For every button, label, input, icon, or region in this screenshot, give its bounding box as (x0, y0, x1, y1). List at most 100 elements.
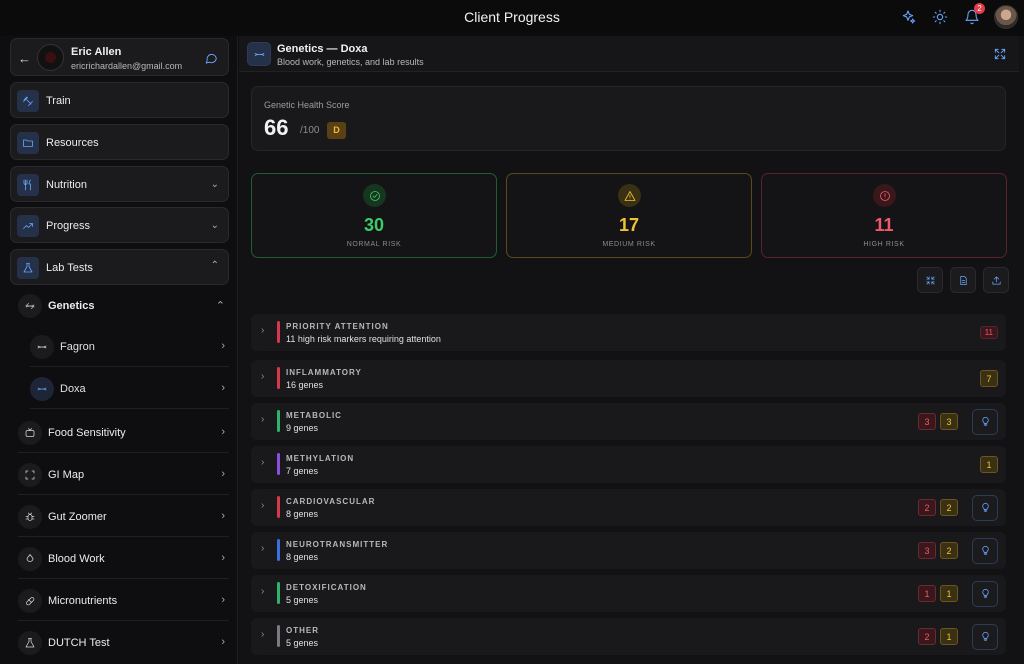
category-row[interactable]: › METABOLIC 9 genes 3 3 (251, 403, 1006, 440)
normal-risk-card[interactable]: 30 NORMAL RISK (251, 173, 497, 258)
sidebar-item-doxa[interactable]: Doxa › (30, 369, 229, 409)
high-risk-badge: 3 (918, 542, 936, 559)
fullscreen-icon[interactable] (993, 47, 1007, 66)
sidebar-item-micronutrients[interactable]: Micronutrients › (18, 584, 229, 621)
medium-risk-badge: 2 (940, 542, 958, 559)
high-risk-badge: 1 (918, 585, 936, 602)
warning-icon (618, 184, 641, 207)
chevron-up-icon: ⌃ (210, 260, 219, 271)
sidebar-item-genetics[interactable]: Genetics ⌃ (18, 289, 229, 323)
category-color-bar (277, 410, 280, 432)
sparkles-icon[interactable] (898, 7, 918, 27)
medium-risk-badge: 1 (980, 456, 998, 473)
report-button[interactable] (950, 267, 976, 293)
category-row[interactable]: › OTHER 5 genes 2 1 (251, 618, 1006, 655)
toolbar (917, 267, 1009, 293)
high-risk-badge: 3 (918, 413, 936, 430)
sidebar-item-label: Blood Work (48, 553, 105, 565)
flask-icon (17, 257, 39, 279)
category-name: METHYLATION (286, 454, 355, 463)
category-row[interactable]: › CARDIOVASCULAR 8 genes 2 2 (251, 489, 1006, 526)
page-title: Genetics — Doxa (277, 43, 368, 55)
category-row[interactable]: › INFLAMMATORY 16 genes 7 (251, 360, 1006, 397)
bug-icon (18, 505, 42, 529)
chevron-right-icon: › (261, 586, 265, 597)
category-description: 5 genes (286, 595, 319, 605)
category-name: INFLAMMATORY (286, 368, 362, 377)
sidebar-item-resources[interactable]: Resources (10, 124, 229, 160)
lightbulb-icon (981, 589, 989, 598)
sun-icon[interactable] (930, 7, 950, 27)
flask-icon (18, 631, 42, 655)
category-color-bar (277, 625, 280, 647)
category-name: PRIORITY ATTENTION (286, 322, 389, 331)
sidebar-item-nutrition[interactable]: Nutrition ⌄ (10, 166, 229, 202)
category-name: OTHER (286, 626, 319, 635)
sidebar-item-label: Train (46, 95, 71, 107)
notification-badge: 2 (974, 3, 985, 14)
sidebar-item-label: Gut Zoomer (48, 511, 107, 523)
dna-icon (18, 294, 42, 318)
chevron-right-icon: › (261, 414, 265, 425)
chat-icon[interactable] (204, 51, 218, 70)
sidebar-item-gut-zoomer[interactable]: Gut Zoomer › (18, 500, 229, 537)
sidebar-item-label: Fagron (60, 341, 95, 353)
insight-button[interactable] (972, 494, 998, 521)
category-name: CARDIOVASCULAR (286, 497, 376, 506)
check-circle-icon (363, 184, 386, 207)
tv-icon (18, 421, 42, 445)
high-risk-badge: 11 (979, 326, 998, 339)
upload-icon (991, 275, 1001, 285)
category-color-bar (277, 453, 280, 475)
sidebar-item-label: Resources (46, 137, 99, 149)
high-risk-count: 11 (874, 215, 894, 235)
chevron-right-icon: › (261, 543, 265, 554)
category-row[interactable]: › NEUROTRANSMITTER 8 genes 3 2 (251, 532, 1006, 569)
folder-icon (17, 132, 39, 154)
insight-button[interactable] (972, 623, 998, 650)
sidebar-item-dutch-test[interactable]: DUTCH Test › (18, 626, 229, 663)
category-row[interactable]: › DETOXIFICATION 5 genes 1 1 (251, 575, 1006, 612)
bell-icon[interactable]: 2 (962, 3, 985, 27)
upload-button[interactable] (983, 267, 1009, 293)
profile-avatar[interactable] (994, 5, 1018, 29)
category-color-bar (277, 496, 280, 518)
collapse-all-button[interactable] (917, 267, 943, 293)
sidebar-item-blood-work[interactable]: Blood Work › (18, 542, 229, 579)
droplet-icon (18, 547, 42, 571)
score-label: Genetic Health Score (264, 100, 350, 110)
sidebar-item-label: Nutrition (46, 179, 87, 191)
panel-header: Genetics — Doxa Blood work, genetics, an… (239, 36, 1019, 72)
medium-risk-card[interactable]: 17 MEDIUM RISK (506, 173, 752, 258)
sidebar-item-lab-tests[interactable]: Lab Tests ⌃ (10, 249, 229, 285)
high-risk-badge: 2 (918, 628, 936, 645)
category-row[interactable]: › METHYLATION 7 genes 1 (251, 446, 1006, 483)
sidebar-item-train[interactable]: Train (10, 82, 229, 118)
chevron-right-icon: › (261, 500, 265, 511)
document-icon (959, 275, 967, 285)
chevron-right-icon: › (221, 426, 225, 438)
back-arrow-icon[interactable]: ← (18, 51, 31, 66)
chevron-right-icon: › (261, 629, 265, 640)
sidebar-item-progress[interactable]: Progress ⌄ (10, 207, 229, 243)
insight-button[interactable] (972, 580, 998, 607)
dna-icon (247, 42, 271, 66)
insight-button[interactable] (972, 408, 998, 435)
chevron-right-icon: › (221, 468, 225, 480)
client-card: ← Eric Allen ericrichardallen@gmail.com (10, 38, 229, 76)
sidebar-item-fagron[interactable]: Fagron › (30, 327, 229, 367)
lightbulb-icon (981, 417, 989, 426)
chevron-right-icon: › (221, 382, 225, 394)
sidebar-item-food-sensitivity[interactable]: Food Sensitivity › (18, 416, 229, 453)
sidebar-item-gi-map[interactable]: GI Map › (18, 458, 229, 495)
category-row[interactable]: › PRIORITY ATTENTION 11 high risk markers … (251, 314, 1006, 351)
page-subtitle: Blood work, genetics, and lab results (277, 57, 424, 67)
alert-circle-icon (873, 184, 896, 207)
high-risk-card[interactable]: 11 HIGH RISK (761, 173, 1007, 258)
top-bar: Client Progress 2 (0, 0, 1024, 36)
score-value: 66 (264, 115, 289, 140)
scan-icon (18, 463, 42, 487)
chevron-right-icon: › (221, 636, 225, 648)
sidebar: ← Eric Allen ericrichardallen@gmail.com … (0, 36, 238, 664)
insight-button[interactable] (972, 537, 998, 564)
